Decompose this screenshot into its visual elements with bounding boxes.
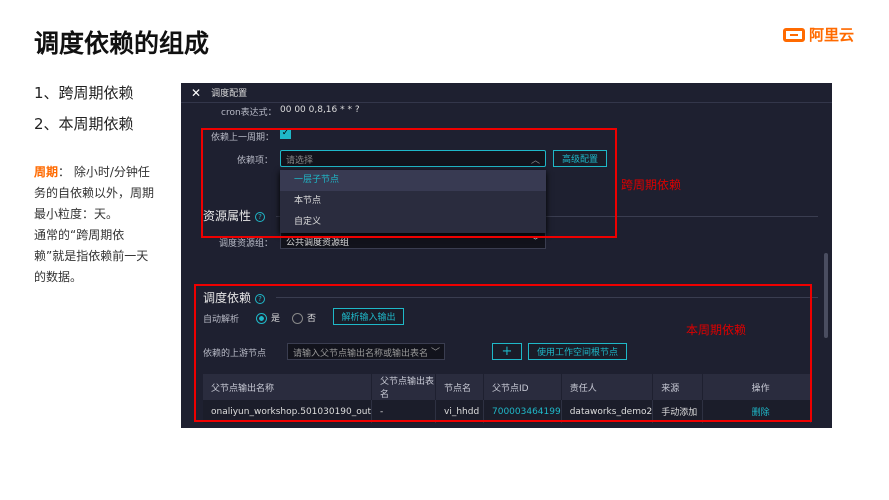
scrollbar[interactable] xyxy=(824,253,828,338)
list-item: 2、本周期依赖 xyxy=(34,115,134,133)
desc-text2: 通常的“跨周期依赖”就是指依赖前一天的数据。 xyxy=(34,228,149,284)
logo-text: 阿里云 xyxy=(809,26,855,44)
annotation-current-cycle: 本周期依赖 xyxy=(686,323,747,337)
annotation-cross-cycle: 跨周期依赖 xyxy=(621,178,682,192)
highlight-box-current-cycle xyxy=(194,284,812,422)
aliyun-logo: 阿里云 xyxy=(783,24,854,45)
cron-value: 00 00 0,8,16 * * ? xyxy=(280,105,360,115)
cron-label: cron表达式： xyxy=(221,108,277,118)
close-icon[interactable]: ✕ xyxy=(191,86,201,100)
list-item: 1、跨周期依赖 xyxy=(34,84,134,102)
desc-colon: ： xyxy=(58,165,71,179)
aliyun-logo-icon xyxy=(783,27,805,42)
resource-group-value: 公共调度资源组 xyxy=(286,238,350,248)
panel-title: 调度配置 xyxy=(211,89,248,99)
slide-title: 调度依赖的组成 xyxy=(34,29,210,58)
panel-header: ✕ 调度配置 xyxy=(181,83,832,103)
description: 周期： 除小时/分钟任务的自依赖以外，周期最小粒度：天。 通常的“跨周期依赖”就是… xyxy=(34,162,154,288)
desc-highlight: 周期 xyxy=(34,165,59,179)
highlight-box-cross-cycle xyxy=(201,128,617,238)
